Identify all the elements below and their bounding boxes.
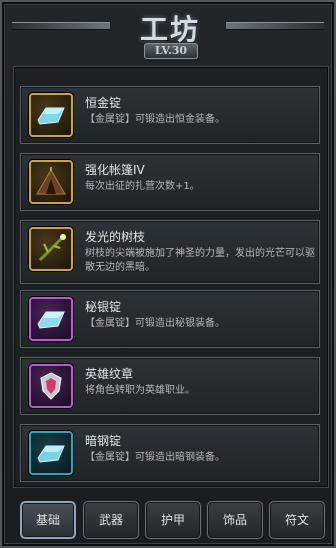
list-item[interactable]: 暗钢锭 【金属锭】可锻造出暗钢装备。 bbox=[20, 424, 320, 482]
page-title: 工坊 bbox=[139, 13, 200, 46]
tab-runes[interactable]: 符文 bbox=[269, 501, 325, 539]
tent-icon bbox=[36, 167, 66, 195]
workshop-panel: 工坊 LV.30 恒金锭 【金属锭】可锻造出恒金装备。 强化帐篷IV 每次出征的… bbox=[0, 0, 336, 548]
item-name: 恒金锭 bbox=[85, 96, 122, 110]
glowing-branch-icon bbox=[38, 234, 66, 262]
item-slot bbox=[29, 93, 73, 137]
header-ornament-right bbox=[226, 22, 324, 30]
level-badge: LV.30 bbox=[144, 43, 198, 59]
item-description: 将角色转职为英雄职业。 bbox=[85, 385, 195, 396]
list-item[interactable]: 强化帐篷IV 每次出征的扎营次数+1。 bbox=[20, 153, 320, 211]
header: 工坊 LV.30 bbox=[114, 6, 226, 59]
item-name: 发光的树枝 bbox=[85, 230, 146, 244]
item-name: 暗钢锭 bbox=[85, 434, 122, 448]
item-description: 【金属锭】可锻造出秘银装备。 bbox=[85, 318, 225, 329]
item-slot bbox=[29, 431, 73, 475]
item-description: 树枝的尖端被施加了神圣的力量，发出的光芒可以驱散无边的黑暗。 bbox=[85, 248, 315, 273]
gold-ingot-icon bbox=[37, 107, 65, 125]
list-item[interactable]: 发光的树枝 树枝的尖端被施加了神圣的力量，发出的光芒可以驱散无边的黑暗。 bbox=[20, 220, 320, 284]
item-slot bbox=[29, 364, 73, 408]
mithril-ingot-icon bbox=[37, 311, 65, 329]
list-item[interactable]: 秘银锭 【金属锭】可锻造出秘银装备。 bbox=[20, 290, 320, 348]
item-slot bbox=[29, 297, 73, 341]
list-item[interactable]: 恒金锭 【金属锭】可锻造出恒金装备。 bbox=[20, 86, 320, 144]
dark-steel-ingot-icon bbox=[37, 445, 65, 463]
tab-basic[interactable]: 基础 bbox=[20, 501, 76, 539]
item-description: 【金属锭】可锻造出恒金装备。 bbox=[85, 114, 225, 125]
tab-armor[interactable]: 护甲 bbox=[145, 501, 201, 539]
item-name: 强化帐篷IV bbox=[85, 163, 145, 177]
list-item[interactable]: 英雄纹章 将角色转职为英雄职业。 bbox=[20, 357, 320, 415]
item-name: 英雄纹章 bbox=[85, 367, 134, 381]
item-description: 每次出征的扎营次数+1。 bbox=[85, 181, 200, 192]
tab-weapons[interactable]: 武器 bbox=[83, 501, 139, 539]
header-ornament-left bbox=[12, 22, 110, 30]
item-slot bbox=[29, 227, 73, 271]
tab-accessories[interactable]: 饰品 bbox=[207, 501, 263, 539]
item-description: 【金属锭】可锻造出暗钢装备。 bbox=[85, 452, 225, 463]
item-slot bbox=[29, 160, 73, 204]
hero-crest-icon bbox=[40, 372, 62, 400]
item-name: 秘银锭 bbox=[85, 300, 122, 314]
